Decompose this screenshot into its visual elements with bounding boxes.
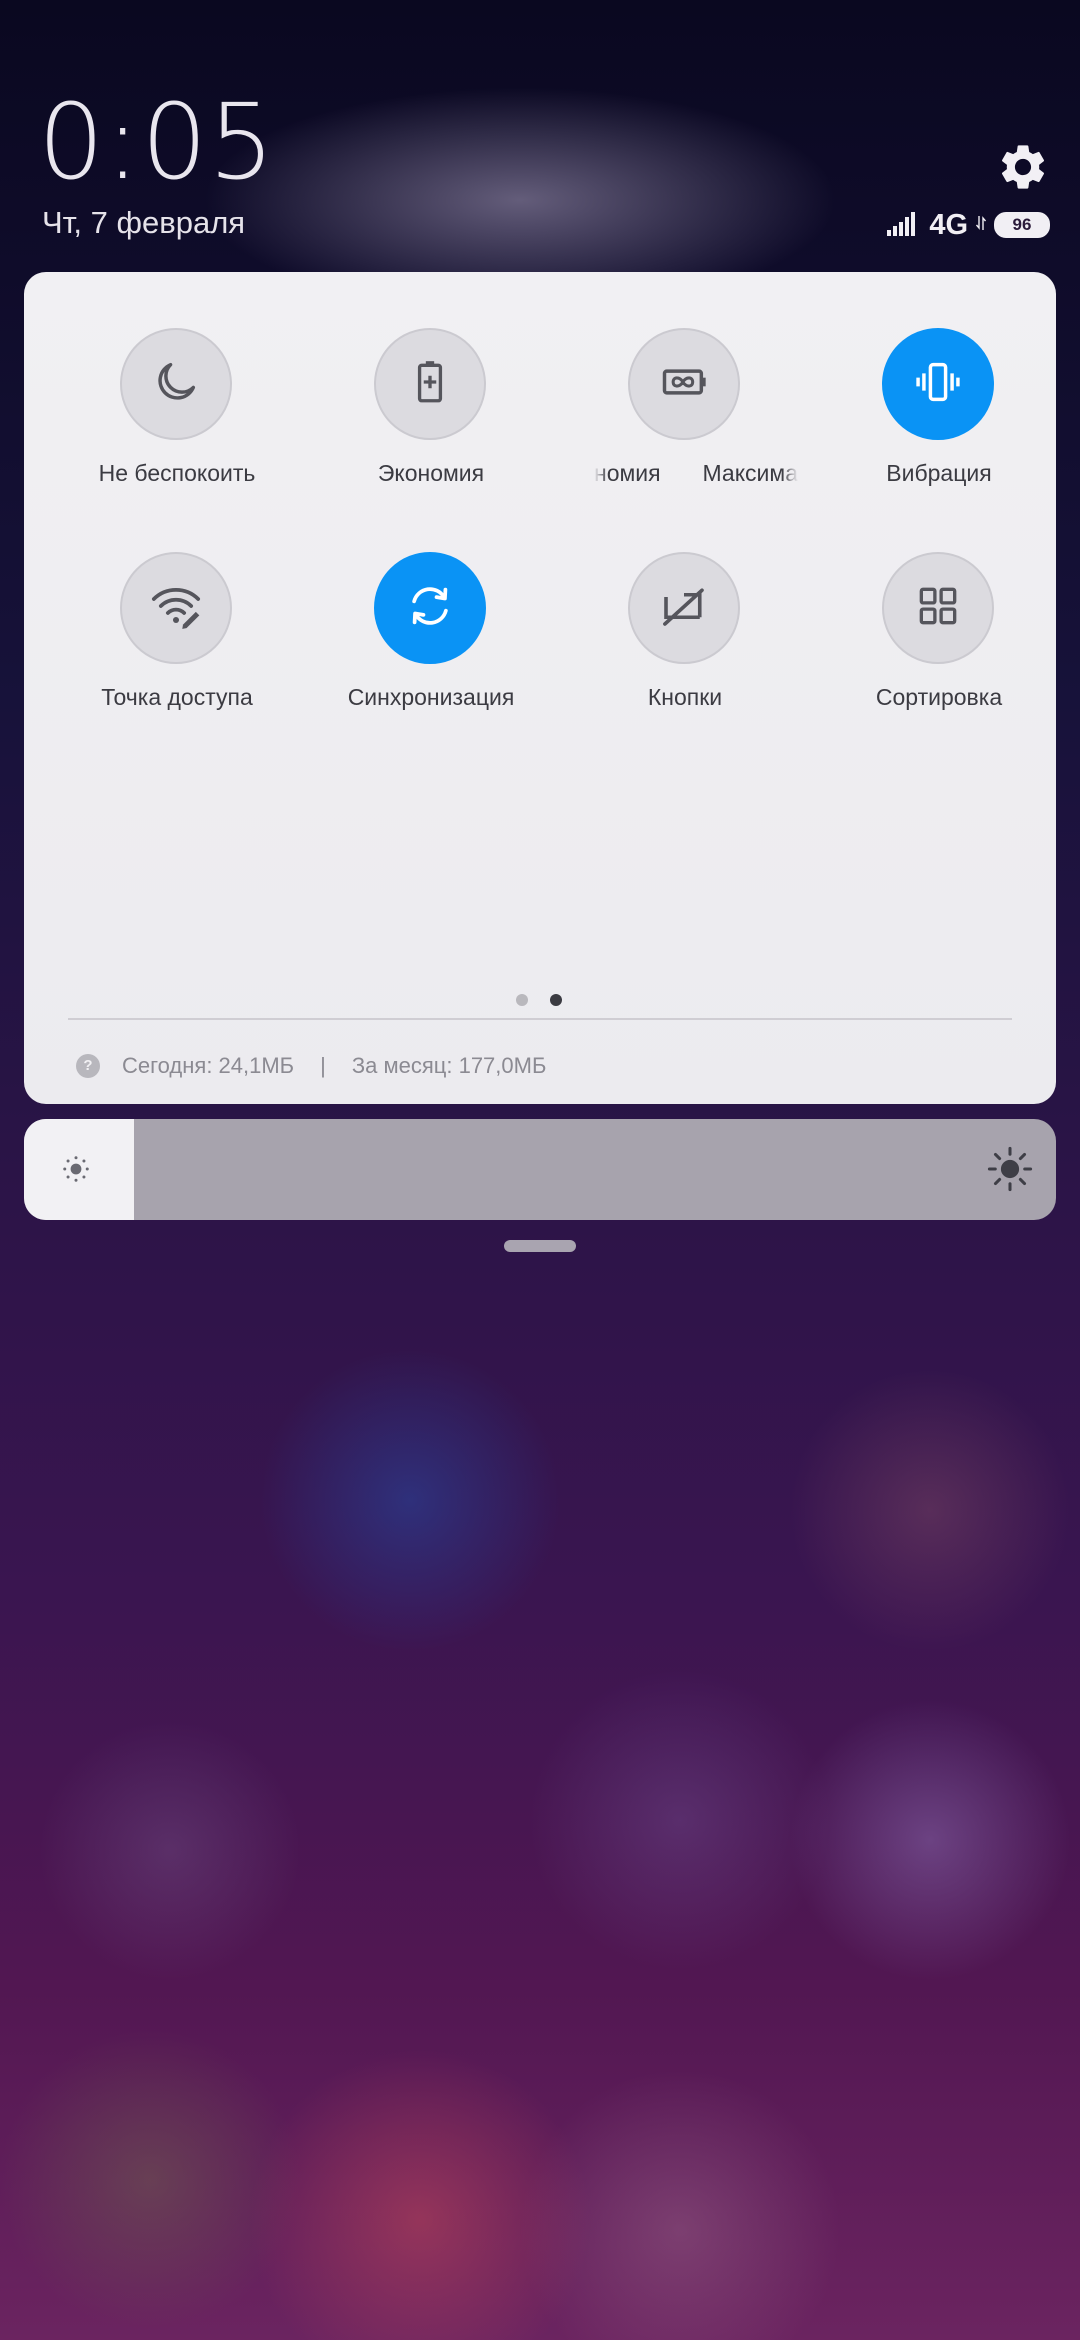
vibrate-icon [912,356,964,413]
brightness-high-icon [984,1143,1036,1195]
tile-label: Кнопки [647,684,723,710]
tile-label: Не беспокоить [98,460,256,486]
tile-buttons-button[interactable] [628,552,740,664]
tile-battery-saver[interactable]: Экономия [304,328,558,528]
tile-label: Сортировка [875,684,1003,710]
sync-icon [402,578,458,639]
tile-vibrate[interactable]: Вибрация [812,328,1066,528]
tile-label: Точка доступа [101,684,253,710]
tile-do-not-disturb[interactable]: Не беспокоить [50,328,304,528]
data-usage-separator: | [320,1053,326,1078]
data-usage-row[interactable]: ? Сегодня: 24,1МБ | За месяц: 177,0МБ [76,1048,546,1084]
settings-gear-icon[interactable] [996,140,1050,194]
tile-label: Синхронизация [347,684,515,710]
quick-settings-panel: Не беспокоить Экономия номия Максима Виб… [24,272,1056,1104]
brightness-slider[interactable] [24,1119,1056,1220]
tile-sync[interactable]: Синхронизация [304,552,558,752]
tile-label: Экономия [377,460,485,486]
tile-buttons[interactable]: Кнопки [558,552,812,752]
panel-drag-handle[interactable] [504,1240,576,1252]
buttons-off-icon [657,579,711,638]
page-dot-1[interactable] [516,994,528,1006]
status-bar: 4G 96 [887,206,1050,244]
tile-sort[interactable]: Сортировка [812,552,1066,752]
page-dot-2-active[interactable] [550,994,562,1006]
divider [68,1018,1012,1020]
date-label[interactable]: Чт, 7 февраля [42,203,245,243]
battery-saver-icon [405,357,455,412]
tile-hotspot[interactable]: Точка доступа [50,552,304,752]
tile-sync-button[interactable] [374,552,486,664]
tile-label-max-fragment[interactable]: Максима [664,328,812,528]
moon-icon [150,356,202,413]
network-type-label: 4G [929,209,968,241]
signal-strength-icon [887,210,921,241]
tile-hotspot-button[interactable] [120,552,232,664]
tile-sort-button[interactable] [882,552,994,664]
data-activity-icon [975,214,987,237]
tile-label: Вибрация [886,460,992,486]
grid-icon [913,581,963,636]
tile-do-not-disturb-button[interactable] [120,328,232,440]
tile-battery-saver-button[interactable] [374,328,486,440]
tile-label-next-page-fragment: Максима [702,460,798,486]
data-usage-month: За месяц: 177,0МБ [351,1053,547,1078]
page-indicator [24,994,1056,1010]
tile-vibrate-button[interactable] [882,328,994,440]
clock[interactable]: 0:05 [38,82,276,202]
brightness-low-icon [58,1151,94,1187]
help-icon[interactable]: ? [76,1054,100,1078]
battery-indicator: 96 [994,212,1050,238]
data-usage-today: Сегодня: 24,1МБ [122,1053,295,1078]
hotspot-icon [148,578,204,639]
